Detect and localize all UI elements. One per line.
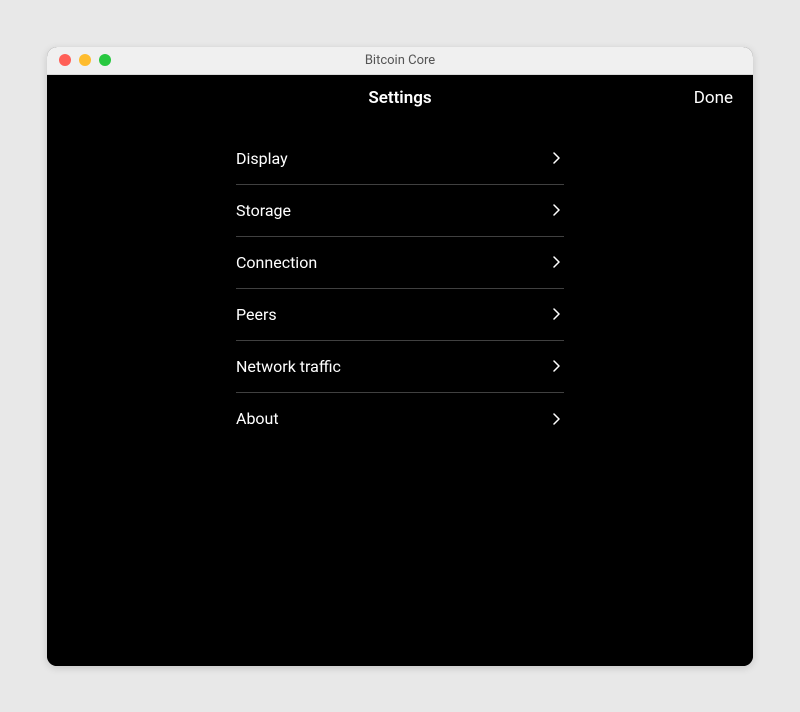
done-button[interactable]: Done	[694, 88, 733, 108]
content-area: Settings Done Display Storage Connection	[47, 75, 753, 666]
settings-item-storage[interactable]: Storage	[236, 185, 564, 237]
chevron-right-icon	[553, 413, 560, 425]
settings-item-label: About	[236, 409, 279, 428]
settings-list: Display Storage Connection Peers	[236, 133, 564, 445]
settings-item-label: Connection	[236, 253, 317, 272]
traffic-lights	[59, 54, 111, 66]
settings-item-label: Network traffic	[236, 357, 341, 376]
chevron-right-icon	[553, 152, 560, 164]
chevron-right-icon	[553, 256, 560, 268]
settings-item-connection[interactable]: Connection	[236, 237, 564, 289]
chevron-right-icon	[553, 204, 560, 216]
settings-item-about[interactable]: About	[236, 393, 564, 445]
settings-item-network-traffic[interactable]: Network traffic	[236, 341, 564, 393]
settings-item-label: Display	[236, 149, 288, 168]
settings-item-display[interactable]: Display	[236, 133, 564, 185]
chevron-right-icon	[553, 360, 560, 372]
settings-item-label: Storage	[236, 201, 291, 220]
titlebar: Bitcoin Core	[47, 47, 753, 75]
minimize-button[interactable]	[79, 54, 91, 66]
chevron-right-icon	[553, 308, 560, 320]
settings-item-label: Peers	[236, 305, 277, 324]
page-title: Settings	[368, 88, 431, 108]
app-window: Bitcoin Core Settings Done Display Stora…	[47, 47, 753, 666]
maximize-button[interactable]	[99, 54, 111, 66]
close-button[interactable]	[59, 54, 71, 66]
window-title: Bitcoin Core	[365, 53, 435, 68]
settings-item-peers[interactable]: Peers	[236, 289, 564, 341]
page-header: Settings Done	[47, 75, 753, 121]
